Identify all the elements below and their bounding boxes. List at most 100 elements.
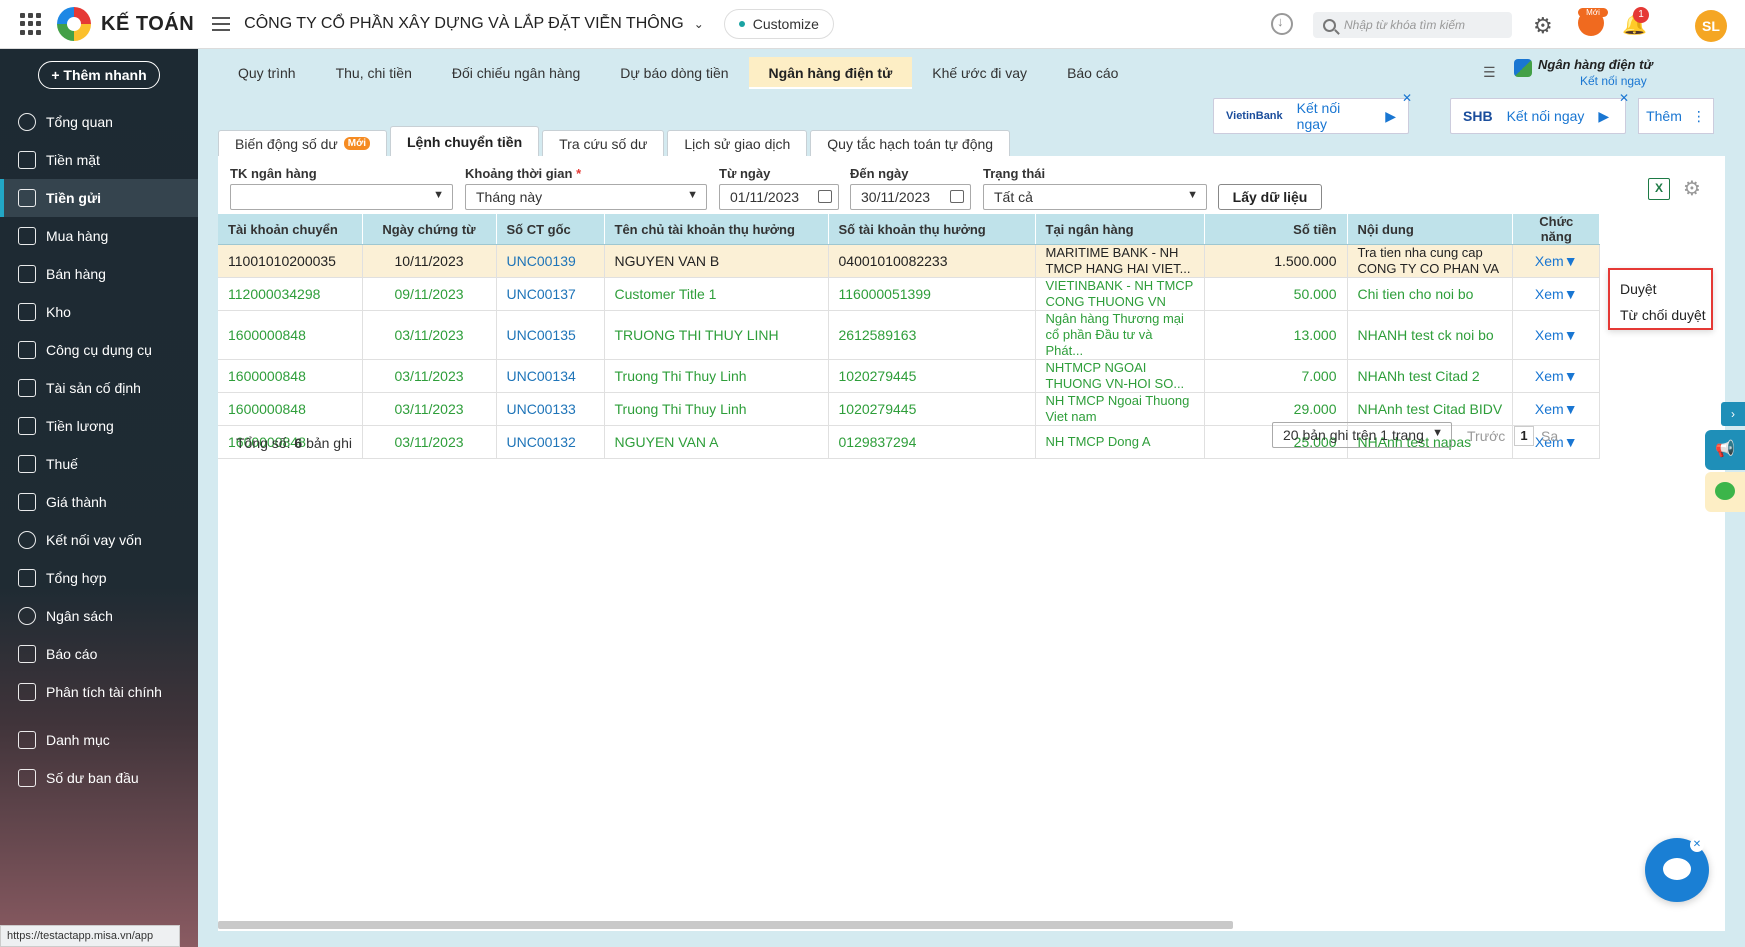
subtab-bien-dong[interactable]: Biến động số dư Mới — [218, 130, 387, 156]
get-data-button[interactable]: Lấy dữ liệu — [1218, 184, 1322, 210]
customize-button[interactable]: Customize — [723, 9, 834, 39]
sidebar-item-bao-cao[interactable]: Báo cáo — [0, 635, 198, 673]
chevron-down-icon[interactable]: ▼ — [1564, 368, 1578, 384]
whats-new-icon[interactable]: Mới — [1578, 8, 1608, 36]
sidebar-item-tong-quan[interactable]: Tổng quan — [0, 103, 198, 141]
chevron-right-icon[interactable]: › — [1721, 402, 1745, 426]
period-select[interactable]: Tháng này ▼ — [465, 184, 707, 210]
col-so-tien[interactable]: Số tiền — [1204, 214, 1348, 245]
assistant-robot-icon[interactable] — [1705, 472, 1745, 512]
sidebar-item-so-du[interactable]: Số dư ban đầu — [0, 759, 198, 797]
horizontal-scrollbar[interactable] — [218, 921, 1233, 929]
sidebar-item-mua-hang[interactable]: Mua hàng — [0, 217, 198, 255]
next-page-button[interactable]: Sa — [1541, 428, 1558, 444]
view-link[interactable]: Xem — [1535, 368, 1564, 384]
subtab-lich-su[interactable]: Lịch sử giao dịch — [667, 130, 808, 156]
sidebar-item-thue[interactable]: Thuế — [0, 445, 198, 483]
view-link[interactable]: Xem — [1535, 327, 1564, 343]
table-settings-gear-icon[interactable]: ⚙ — [1683, 176, 1701, 201]
sidebar-item-phan-tich[interactable]: Phân tích tài chính — [0, 673, 198, 711]
settings-gear-icon[interactable]: ⚙ — [1533, 13, 1553, 39]
sidebar-item-ban-hang[interactable]: Bán hàng — [0, 255, 198, 293]
close-icon[interactable]: ✕ — [1690, 838, 1704, 852]
cell-ref-link[interactable]: UNC00139 — [496, 244, 605, 278]
more-button[interactable]: Thêm ⋮ — [1638, 98, 1714, 134]
sidebar-item-tong-hop[interactable]: Tổng hợp — [0, 559, 198, 597]
view-link[interactable]: Xem — [1535, 253, 1564, 269]
close-icon[interactable]: ✕ — [1619, 91, 1629, 105]
user-avatar[interactable]: SL — [1695, 10, 1727, 42]
megaphone-icon[interactable]: 📢 — [1705, 430, 1745, 470]
sidebar-item-ket-noi-vay[interactable]: Kết nối vay vốn — [0, 521, 198, 559]
cell-ref-link[interactable]: UNC00135 — [496, 310, 605, 360]
sidebar-item-tai-san[interactable]: Tài sản cố định — [0, 369, 198, 407]
sidebar-item-gia-thanh[interactable]: Giá thành — [0, 483, 198, 521]
quick-add-button[interactable]: + Thêm nhanh — [38, 61, 160, 89]
col-ngay-chung-tu[interactable]: Ngày chứng từ — [362, 214, 497, 245]
col-so-ct-goc[interactable]: Số CT gốc — [496, 214, 605, 245]
tab-du-bao[interactable]: Dự báo dòng tiền — [600, 57, 748, 89]
tab-khe-uoc[interactable]: Khế ước đi vay — [912, 57, 1047, 89]
sidebar-item-tien-gui[interactable]: Tiền gửi — [0, 179, 198, 217]
chevron-down-icon[interactable]: ▼ — [1564, 286, 1578, 302]
chevron-down-icon[interactable]: ▼ — [1564, 401, 1578, 417]
apps-grid-icon[interactable] — [20, 13, 42, 35]
tab-thu-chi[interactable]: Thu, chi tiền — [316, 57, 432, 89]
download-icon[interactable] — [1271, 13, 1293, 35]
chevron-down-icon[interactable]: ▼ — [1564, 327, 1578, 343]
sidebar-item-danh-muc[interactable]: Danh mục — [0, 721, 198, 759]
table-row[interactable]: 1600000848 03/11/2023 UNC00134 Truong Th… — [218, 359, 1601, 393]
prev-page-button[interactable]: Trước — [1467, 428, 1505, 444]
col-ten-chu-tk[interactable]: Tên chủ tài khoản thụ hưởng — [604, 214, 829, 245]
company-name[interactable]: CÔNG TY CỔ PHẦN XÂY DỰNG VÀ LẮP ĐẶT VIỄN… — [244, 15, 684, 33]
table-row[interactable]: 1600000848 03/11/2023 UNC00133 Truong Th… — [218, 392, 1601, 426]
current-page[interactable]: 1 — [1514, 426, 1534, 446]
approve-option[interactable]: Duyệt — [1610, 276, 1711, 302]
reject-option[interactable]: Từ chối duyệt — [1610, 302, 1711, 328]
chevron-down-icon[interactable]: ⌄ — [694, 17, 704, 31]
shb-card[interactable]: SHB Kết nối ngay ▶ ✕ — [1450, 91, 1629, 134]
view-link[interactable]: Xem — [1535, 286, 1564, 302]
calendar-icon[interactable] — [818, 190, 832, 203]
view-link[interactable]: Xem — [1535, 401, 1564, 417]
col-noi-dung[interactable]: Nội dung — [1347, 214, 1514, 245]
ebank-connect-link[interactable]: Kết nối ngay — [1580, 74, 1647, 88]
filter-settings-icon[interactable]: ☰ — [1483, 64, 1496, 81]
excel-export-icon[interactable]: X — [1648, 178, 1670, 200]
from-date-input[interactable]: 01/11/2023 — [719, 184, 839, 210]
sidebar-item-tien-luong[interactable]: Tiền lương — [0, 407, 198, 445]
table-row[interactable]: 11001010200035 10/11/2023 UNC00139 NGUYE… — [218, 244, 1601, 278]
sidebar-item-kho[interactable]: Kho — [0, 293, 198, 331]
account-select[interactable]: ▼ — [230, 184, 453, 210]
vietinbank-connect-link[interactable]: Kết nối ngay — [1297, 100, 1372, 132]
sidebar-item-ngan-sach[interactable]: Ngân sách — [0, 597, 198, 635]
cell-ref-link[interactable]: UNC00137 — [496, 277, 605, 311]
shb-connect-link[interactable]: Kết nối ngay — [1507, 108, 1585, 124]
tab-ngan-hang-dien-tu[interactable]: Ngân hàng điện tử — [748, 57, 913, 89]
sidebar-item-cong-cu[interactable]: Công cụ dụng cụ — [0, 331, 198, 369]
menu-toggle-icon[interactable] — [212, 17, 231, 31]
cell-ref-link[interactable]: UNC00133 — [496, 392, 605, 426]
col-tai-khoan-chuyen[interactable]: Tài khoản chuyển — [218, 214, 363, 245]
to-date-input[interactable]: 30/11/2023 — [850, 184, 971, 210]
table-row[interactable]: 112000034298 09/11/2023 UNC00137 Custome… — [218, 277, 1601, 311]
tab-bao-cao[interactable]: Báo cáo — [1047, 57, 1138, 89]
calendar-icon[interactable] — [950, 190, 964, 203]
table-row[interactable]: 1600000848 03/11/2023 UNC00135 TRUONG TH… — [218, 310, 1601, 360]
close-icon[interactable]: ✕ — [1402, 91, 1412, 105]
chevron-down-icon[interactable]: ▼ — [1564, 434, 1578, 450]
action-dropdown-icon[interactable]: ▼ — [1564, 253, 1578, 269]
vietinbank-card[interactable]: VietinBank Kết nối ngay ▶ ✕ — [1213, 91, 1412, 134]
col-so-tk-thu-huong[interactable]: Số tài khoản thụ hưởng — [828, 214, 1036, 245]
search-input[interactable]: Nhập từ khóa tìm kiếm — [1313, 12, 1512, 38]
cell-ref-link[interactable]: UNC00134 — [496, 359, 605, 393]
sidebar-item-tien-mat[interactable]: Tiền mặt — [0, 141, 198, 179]
tab-quy-trinh[interactable]: Quy trình — [218, 57, 316, 89]
subtab-quy-tac[interactable]: Quy tắc hạch toán tự động — [810, 130, 1011, 156]
tab-doi-chieu[interactable]: Đối chiếu ngân hàng — [432, 57, 600, 89]
status-select[interactable]: Tất cả ▼ — [983, 184, 1207, 210]
subtab-tra-cuu[interactable]: Tra cứu số dư — [542, 130, 665, 156]
col-tai-ngan-hang[interactable]: Tại ngân hàng — [1035, 214, 1205, 245]
cell-ref-link[interactable]: UNC00132 — [496, 425, 605, 459]
subtab-lenh-chuyen-tien[interactable]: Lệnh chuyển tiền — [390, 126, 540, 156]
